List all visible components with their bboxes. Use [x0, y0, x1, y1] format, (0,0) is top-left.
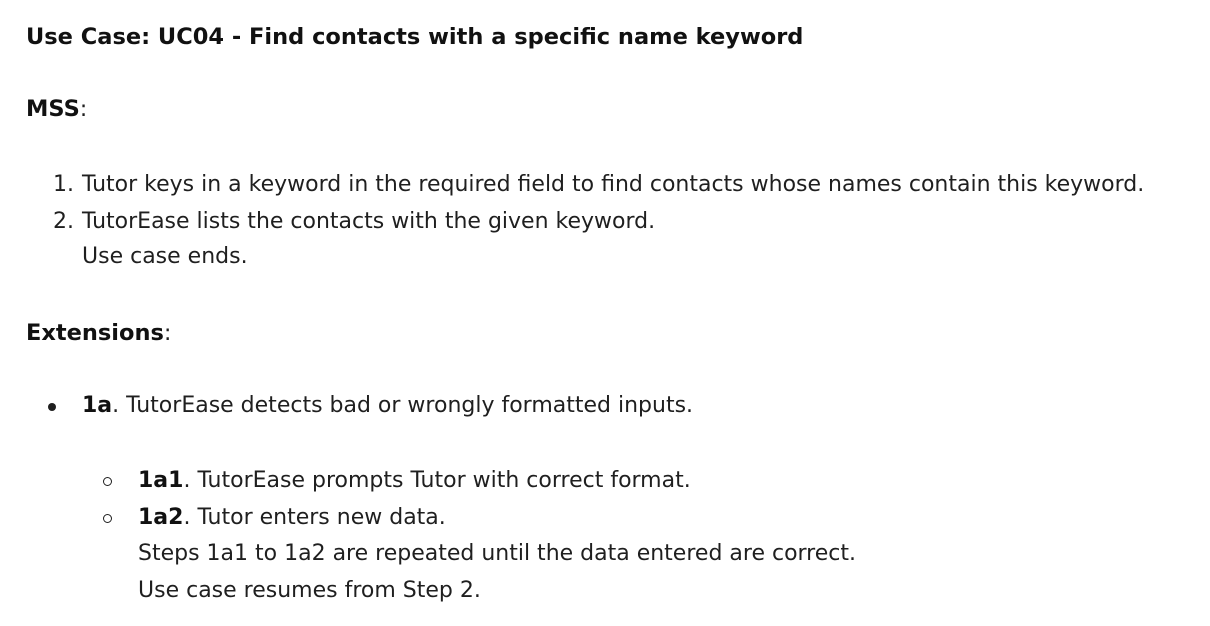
extension-id: 1a	[82, 393, 113, 418]
mss-label: MSS	[26, 96, 80, 122]
step-text: TutorEase lists the contacts with the gi…	[82, 209, 656, 234]
step-number: 1.	[53, 172, 74, 197]
sub-extension-text: 1a2. Tutor enters new data.	[138, 505, 446, 530]
use-case-title: Use Case: UC04 - Find contacts with a sp…	[26, 24, 804, 50]
mss-heading: MSS:	[26, 96, 87, 122]
hollow-bullet-icon	[103, 477, 112, 486]
extension-note: Use case resumes from Step 2.	[138, 578, 481, 603]
extensions-label: Extensions	[26, 320, 164, 346]
mss-colon: :	[79, 96, 88, 122]
extensions-heading: Extensions:	[26, 320, 171, 346]
step-number: 2.	[53, 209, 74, 234]
sub-extension-description: . Tutor enters new data.	[183, 505, 446, 530]
extension-text: 1a. TutorEase detects bad or wrongly for…	[82, 393, 693, 418]
sub-extension-description: . TutorEase prompts Tutor with correct f…	[183, 468, 691, 493]
extension-note: Steps 1a1 to 1a2 are repeated until the …	[138, 541, 856, 566]
bullet-icon	[48, 403, 56, 411]
mss-end-note: Use case ends.	[82, 244, 248, 269]
extension-description: . TutorEase detects bad or wrongly forma…	[112, 393, 694, 418]
hollow-bullet-icon	[103, 514, 112, 523]
step-text: Tutor keys in a keyword in the required …	[82, 172, 1145, 197]
sub-extension-id: 1a1	[138, 468, 184, 493]
sub-extension-text: 1a1. TutorEase prompts Tutor with correc…	[138, 468, 691, 493]
extensions-colon: :	[163, 320, 172, 346]
sub-extension-id: 1a2	[138, 505, 184, 530]
